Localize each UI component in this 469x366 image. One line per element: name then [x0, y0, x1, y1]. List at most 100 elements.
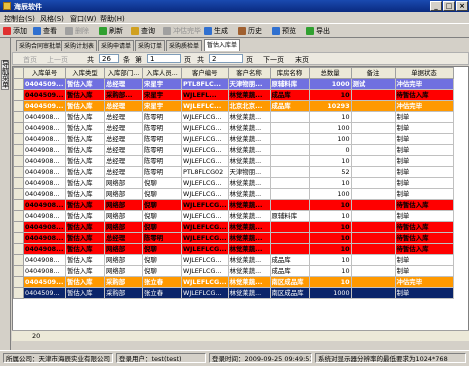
table-row[interactable]: 0404509... 暂估入库 总经理 宋星宇 PTL8FLC... 天津物朋... 原辅料…: [13, 78, 454, 90]
close-button[interactable]: ×: [456, 1, 468, 11]
column-header-total-quantity[interactable]: 总数量: [308, 67, 352, 79]
cell-stock-in-no: 0404908...: [23, 199, 66, 211]
table-row[interactable]: 0404908... 暂估入库 总经理 陈零明 PTL8FLCG02 天津物朋... 52 制…: [13, 166, 454, 178]
column-header-customer-name[interactable]: 客户名称: [227, 67, 271, 79]
row-indicator[interactable]: [13, 254, 24, 266]
table-row[interactable]: 0404908... 暂估入库 总经理 陈零明 WJLEFLCG... 林觉莱蔬... 10…: [13, 155, 454, 167]
first-page-button[interactable]: 首页: [23, 55, 37, 65]
refresh-button[interactable]: 刷新: [99, 26, 123, 36]
column-header-stock-in-type[interactable]: 入库类型: [65, 67, 105, 79]
cell-customer-name: 林觉莱蔬...: [227, 188, 271, 200]
row-indicator[interactable]: [13, 199, 24, 211]
total-count: 26: [99, 54, 119, 63]
tab-contract-approval[interactable]: 采购合同审批单: [16, 40, 65, 51]
tab-purchase-order[interactable]: 采购订单: [135, 40, 166, 51]
row-indicator[interactable]: [13, 232, 24, 244]
table-row[interactable]: 0404908... 暂估入库 总经理 陈零明 WJLEFLCG... 林觉莱蔬... 10…: [13, 111, 454, 123]
row-indicator[interactable]: [13, 265, 24, 277]
cell-customer-code: WJLEFLCG...: [181, 111, 229, 123]
nav-menu-toggle[interactable]: 导航菜单: [1, 60, 9, 90]
row-indicator[interactable]: [13, 243, 24, 255]
row-indicator[interactable]: [13, 133, 24, 145]
status-time: 登录时间：2009-09-25 09:49:51: [209, 353, 312, 363]
page-number-input[interactable]: 1: [147, 54, 181, 63]
cell-customer-code: WJLEFLCG...: [181, 243, 229, 255]
tab-purchase-request[interactable]: 采购申请单: [98, 40, 135, 51]
export-button[interactable]: 导出: [306, 26, 330, 36]
cell-document-status: 制单: [394, 144, 454, 156]
history-button[interactable]: 历史: [238, 26, 262, 36]
cell-remark: [350, 144, 396, 156]
table-row[interactable]: 0404908... 暂估入库 总经理 陈零明 WJLEFLCG... 林觉莱蔬... 0 制…: [13, 144, 454, 156]
prev-page-button[interactable]: 上一页: [47, 55, 68, 65]
table-row[interactable]: 0404509... 暂估入库 采购部 张立春 WJLEFLCG... 林觉莱蔬... 南区…: [13, 287, 454, 299]
table-row[interactable]: 0404908... 暂估入库 总经理 陈零明 WJLEFLCG... 林觉莱蔬... 10…: [13, 232, 454, 244]
preview-icon: [272, 27, 280, 35]
search-button[interactable]: 查询: [131, 26, 155, 36]
cell-stock-in-no: 0404908...: [23, 188, 66, 200]
column-header-remark[interactable]: 备注: [350, 67, 396, 79]
cell-remark: [350, 177, 396, 189]
table-row[interactable]: 0404908... 暂估入库 总经理 陈零明 WJLEFLCG... 林觉莱蔬... 10…: [13, 133, 454, 145]
cell-staff: 张立春: [142, 276, 182, 288]
table-row[interactable]: 0404908... 暂估入库 网络部 倪聊 WJLEFLCG... 林觉莱蔬... 成品库…: [13, 265, 454, 277]
add-button[interactable]: 添加: [3, 26, 27, 36]
table-row[interactable]: 0404509... 暂估入库 总经理 宋星宇 WJLEFLC... 北京北京... 成品库…: [13, 100, 454, 112]
column-header-customer-code[interactable]: 客户编号: [181, 67, 229, 79]
table-row[interactable]: 0404908... 暂估入库 总经理 陈零明 WJLEFLCG... 林觉莱蔬... 10…: [13, 122, 454, 134]
last-page-button[interactable]: 末页: [295, 55, 309, 65]
cell-remark: [350, 276, 396, 288]
row-indicator[interactable]: [13, 221, 24, 233]
complete-button[interactable]: 冲估完毕: [163, 26, 201, 36]
cell-staff: 倪聊: [142, 243, 182, 255]
minimize-button[interactable]: _: [430, 1, 442, 11]
table-row[interactable]: 0404908... 暂估入库 网络部 倪聊 WJLEFLCG... 林觉莱蔬... 10 待…: [13, 243, 454, 255]
row-indicator[interactable]: [13, 100, 24, 112]
row-indicator[interactable]: [13, 287, 24, 299]
status-bar: 所属公司：天津市海辰实业有限公司 登录用户：test(test) 登录时间：20…: [0, 350, 469, 366]
cell-document-status: 制单: [394, 287, 454, 299]
table-row[interactable]: 0404908... 暂估入库 网络部 倪聊 WJLEFLCG... 林觉莱蔬... 10 待…: [13, 199, 454, 211]
row-indicator[interactable]: [13, 122, 24, 134]
row-indicator[interactable]: [13, 89, 24, 101]
row-indicator[interactable]: [13, 177, 24, 189]
table-row[interactable]: 0404908... 暂估入库 网络部 倪聊 WJLEFLCG... 林觉莱蔬... 100…: [13, 188, 454, 200]
cell-stock-in-type: 暂估入库: [65, 78, 105, 90]
column-header-stock-in-no[interactable]: 入库单号: [23, 67, 66, 79]
maximize-button[interactable]: □: [443, 1, 455, 11]
row-indicator[interactable]: [13, 188, 24, 200]
table-row[interactable]: 0404908... 暂估入库 网络部 倪聊 WJLEFLCG... 林觉莱蔬... 10 制…: [13, 177, 454, 189]
column-header-document-status[interactable]: 单据状态: [394, 67, 454, 79]
cell-customer-code: PTL8FLC...: [181, 78, 229, 90]
generate-button[interactable]: 生成: [204, 26, 228, 36]
delete-button[interactable]: 删除: [65, 26, 89, 36]
table-row[interactable]: 0404509... 暂估入库 采购部... 宋星宇 WJLEFL... 林觉莱蔬... 成…: [13, 89, 454, 101]
complete-icon: [163, 27, 171, 35]
column-header-warehouse[interactable]: 库房名称: [269, 67, 310, 79]
cell-staff: 陈零明: [142, 122, 182, 134]
cell-total-quantity: 10: [308, 177, 352, 189]
column-header-staff[interactable]: 入库人员...: [142, 67, 182, 79]
table-row[interactable]: 0404908... 暂估入库 网络部 倪聊 WJLEFLCG... 林觉莱蔬... 10 待…: [13, 221, 454, 233]
preview-button[interactable]: 预览: [272, 26, 296, 36]
column-header-department[interactable]: 入库部门...: [104, 67, 143, 79]
row-indicator[interactable]: [13, 210, 24, 222]
tab-purchase-plan[interactable]: 采购计划表: [61, 40, 98, 51]
table-row[interactable]: 0404908... 暂估入库 网络部 倪聊 WJLEFLCG... 林觉莱蔬... 原辅料…: [13, 210, 454, 222]
table-row[interactable]: 0404908... 暂估入库 网络部 倪聊 WJLEFLCG... 林觉莱蔬... 成品库…: [13, 254, 454, 266]
row-indicator[interactable]: [13, 166, 24, 178]
cell-stock-in-no: 0404908...: [23, 243, 66, 255]
row-indicator[interactable]: [13, 144, 24, 156]
cell-stock-in-no: 0404908...: [23, 265, 66, 277]
tab-quality-inspection[interactable]: 采购质检单: [166, 40, 203, 51]
view-button[interactable]: 查看: [33, 26, 57, 36]
table-row[interactable]: 0404509... 暂估入库 采购部 张立春 WJLEFLCG... 林觉莱蔬... 南区…: [13, 276, 454, 288]
row-indicator[interactable]: [13, 155, 24, 167]
next-page-button[interactable]: 下一页: [263, 55, 284, 65]
tab-estimated-stock-in[interactable]: 暂估入库单: [204, 39, 241, 51]
row-indicator[interactable]: [13, 78, 24, 90]
cell-customer-name: 林觉莱蔬...: [227, 155, 271, 167]
row-indicator[interactable]: [13, 276, 24, 288]
row-indicator[interactable]: [13, 111, 24, 123]
search-icon: [131, 27, 139, 35]
